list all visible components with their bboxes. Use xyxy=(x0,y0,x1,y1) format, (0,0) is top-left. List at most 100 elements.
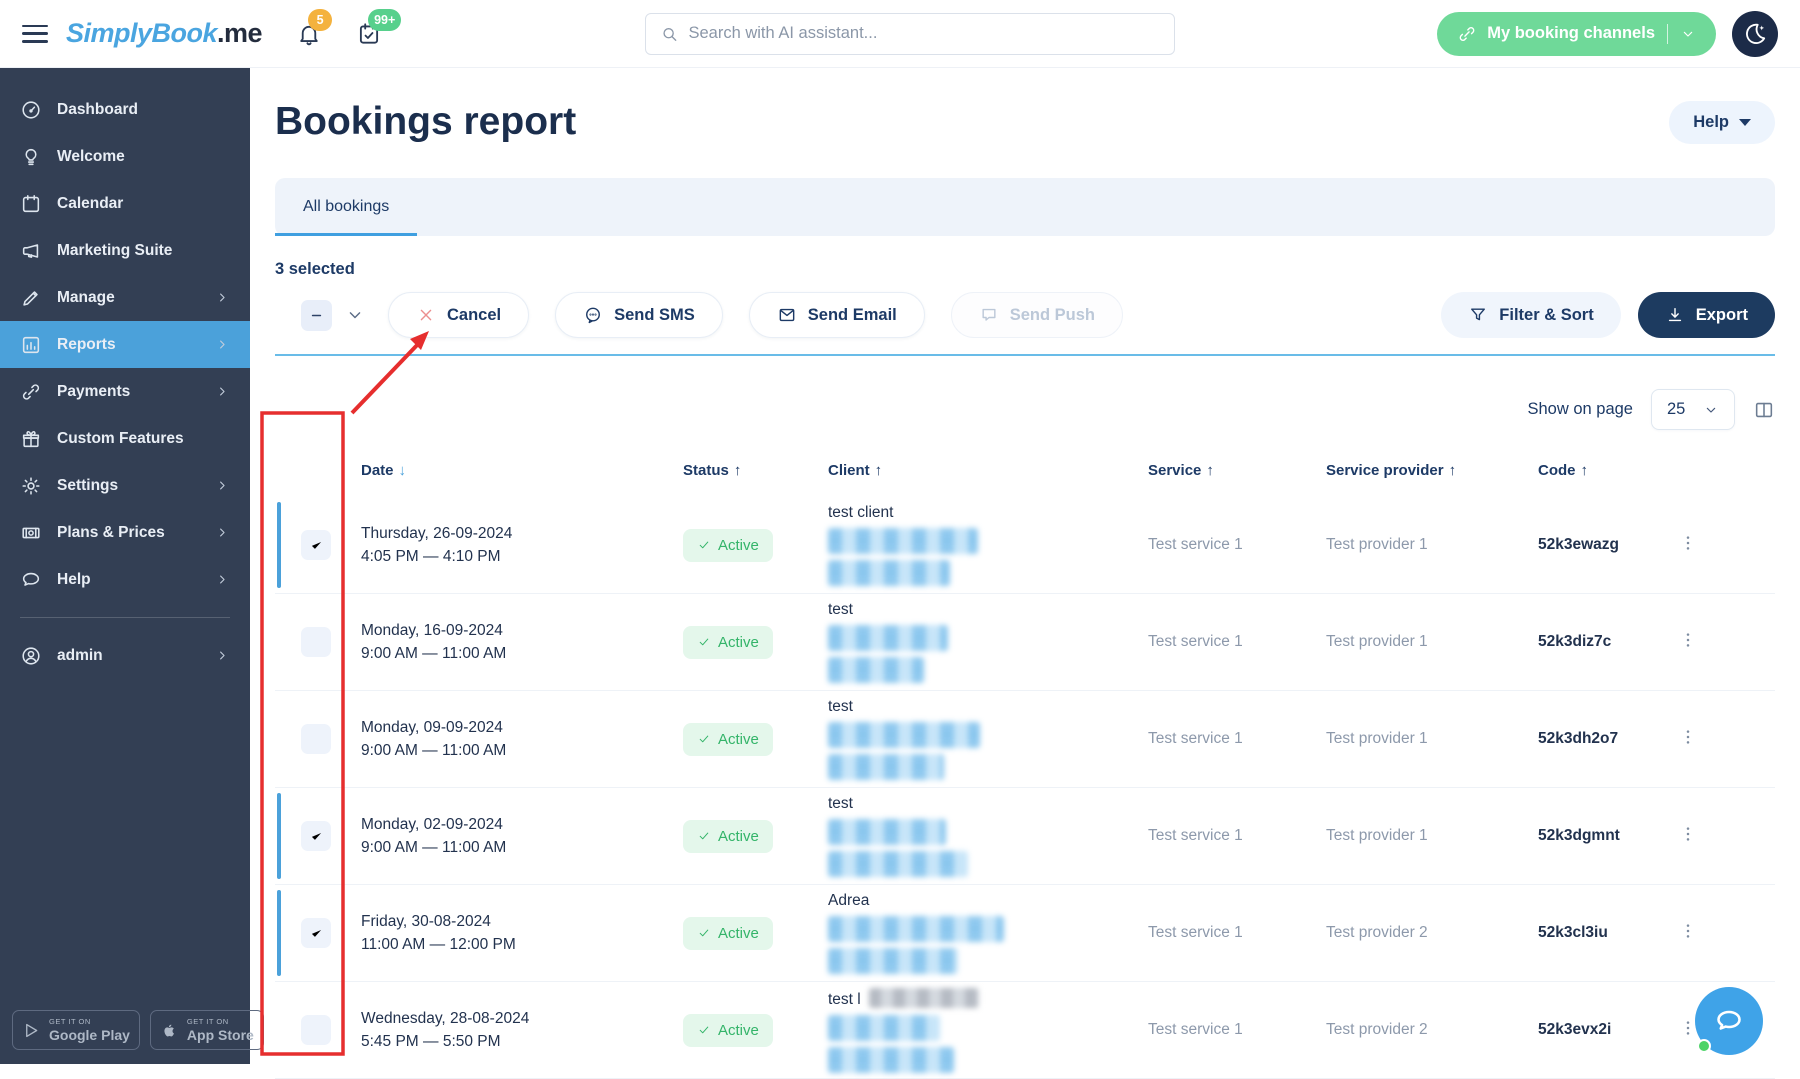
select-all-checkbox[interactable] xyxy=(301,300,332,331)
help-button[interactable]: Help xyxy=(1669,101,1775,144)
status-badge: Active xyxy=(683,1014,773,1047)
send-sms-button[interactable]: Send SMS xyxy=(555,292,723,338)
booking-code: 52k3cl3iu xyxy=(1538,924,1678,942)
bookings-calendar-button[interactable]: 99+ xyxy=(356,21,382,47)
notifications-bell-button[interactable]: 5 xyxy=(296,21,322,47)
chevron-down-icon[interactable] xyxy=(1680,26,1696,42)
status-label: Active xyxy=(718,634,759,651)
send-email-button[interactable]: Send Email xyxy=(749,292,925,338)
column-header-client[interactable]: Client↑ xyxy=(828,462,1148,479)
redacted-block xyxy=(828,916,1004,942)
sidebar-item-help[interactable]: Help xyxy=(0,556,250,603)
kebab-menu-button[interactable] xyxy=(1678,920,1698,942)
sidebar-item-calendar[interactable]: Calendar xyxy=(0,180,250,227)
sidebar-item-marketing-suite[interactable]: Marketing Suite xyxy=(0,227,250,274)
booking-code: 52k3diz7c xyxy=(1538,633,1678,651)
sidebar-item-settings[interactable]: Settings xyxy=(0,462,250,509)
chevron-down-icon xyxy=(1703,402,1719,418)
bell-badge: 5 xyxy=(308,9,332,31)
chain-icon xyxy=(20,381,42,403)
filter-sort-button[interactable]: Filter & Sort xyxy=(1441,292,1620,338)
booking-time: 9:00 AM — 11:00 AM xyxy=(361,836,683,859)
column-header-provider[interactable]: Service provider↑ xyxy=(1326,462,1538,479)
tab-bar: All bookings xyxy=(275,178,1775,236)
bulb-icon xyxy=(20,146,42,168)
moon-icon xyxy=(1742,21,1768,47)
client-name: Adrea xyxy=(828,892,869,909)
store-badge-bottom: App Store xyxy=(187,1027,254,1043)
column-header-code[interactable]: Code↑ xyxy=(1538,462,1678,479)
search-input[interactable] xyxy=(688,24,1159,43)
search-bar xyxy=(645,13,1175,55)
booking-code: 52k3evx2i xyxy=(1538,1021,1678,1039)
check-icon xyxy=(697,829,711,843)
chat-widget-button[interactable] xyxy=(1695,987,1763,1055)
store-badge-google-play[interactable]: GET IT ONGoogle Play xyxy=(12,1010,140,1050)
column-header-date[interactable]: Date↓ xyxy=(361,462,683,479)
sidebar-item-reports[interactable]: Reports xyxy=(0,321,250,368)
google-play-icon xyxy=(22,1021,41,1040)
sidebar-item-payments[interactable]: Payments xyxy=(0,368,250,415)
client-name: test xyxy=(828,795,853,812)
kebab-menu-button[interactable] xyxy=(1678,532,1698,554)
kebab-menu-button[interactable] xyxy=(1678,726,1698,748)
client-name: test client xyxy=(828,504,893,521)
sidebar-item-dashboard[interactable]: Dashboard xyxy=(0,86,250,133)
store-badge-app-store[interactable]: GET IT ONApp Store xyxy=(150,1010,264,1050)
row-checkbox[interactable] xyxy=(301,821,331,851)
tab-all-bookings[interactable]: All bookings xyxy=(275,178,417,236)
row-checkbox[interactable] xyxy=(301,1015,331,1045)
booking-time: 9:00 AM — 11:00 AM xyxy=(361,739,683,762)
sidebar-item-plans-prices[interactable]: Plans & Prices xyxy=(0,509,250,556)
column-header-service[interactable]: Service↑ xyxy=(1148,462,1326,479)
service-provider: Test provider 2 xyxy=(1326,924,1538,942)
megaphone-icon xyxy=(20,240,42,262)
link-icon xyxy=(1457,24,1477,44)
booking-channels-button[interactable]: My booking channels xyxy=(1437,12,1716,56)
booking-code: 52k3dh2o7 xyxy=(1538,730,1678,748)
table-row: Friday, 30-08-202411:00 AM — 12:00 PMAct… xyxy=(275,885,1775,982)
export-button[interactable]: Export xyxy=(1638,292,1775,338)
cancel-button[interactable]: Cancel xyxy=(388,292,529,338)
sidebar-item-manage[interactable]: Manage xyxy=(0,274,250,321)
column-settings-icon[interactable] xyxy=(1753,399,1775,421)
sort-up-icon: ↑ xyxy=(1449,462,1457,479)
row-checkbox[interactable] xyxy=(301,918,331,948)
kebab-menu-button[interactable] xyxy=(1678,629,1698,651)
redacted-block xyxy=(828,851,968,877)
sidebar-item-admin[interactable]: admin xyxy=(0,632,250,679)
chevron-right-icon xyxy=(215,572,230,587)
selection-dropdown-chevron[interactable] xyxy=(345,305,365,325)
sort-up-icon: ↑ xyxy=(875,462,883,479)
redacted-block xyxy=(828,819,946,845)
funnel-icon xyxy=(1468,305,1488,325)
column-header-status[interactable]: Status↑ xyxy=(683,462,828,479)
service-provider: Test provider 1 xyxy=(1326,730,1538,748)
chevron-right-icon xyxy=(215,648,230,663)
row-checkbox[interactable] xyxy=(301,627,331,657)
store-badges: GET IT ONGoogle PlayGET IT ONApp Store xyxy=(0,1010,250,1064)
booking-code: 52k3dgmnt xyxy=(1538,827,1678,845)
status-label: Active xyxy=(718,925,759,942)
send-push-button[interactable]: Send Push xyxy=(951,292,1123,338)
help-button-label: Help xyxy=(1693,113,1729,132)
page-size-select[interactable]: 25 xyxy=(1651,389,1735,430)
sidebar-item-welcome[interactable]: Welcome xyxy=(0,133,250,180)
table-header: Date↓Status↑Client↑Service↑Service provi… xyxy=(275,454,1775,497)
download-icon xyxy=(1665,305,1685,325)
sidebar: Dashboard Welcome CalendarMarketing SuiteM… xyxy=(0,68,250,1064)
service-provider: Test provider 1 xyxy=(1326,536,1538,554)
dark-mode-toggle[interactable] xyxy=(1732,11,1778,57)
sidebar-item-label: admin xyxy=(57,647,103,665)
sidebar-item-custom-features[interactable]: Custom Features xyxy=(0,415,250,462)
row-checkbox[interactable] xyxy=(301,724,331,754)
sort-down-icon: ↓ xyxy=(399,462,407,479)
online-status-dot xyxy=(1697,1039,1711,1053)
page-title: Bookings report xyxy=(275,100,576,144)
booking-code: 52k3ewazg xyxy=(1538,536,1678,554)
sidebar-item-label: Welcome xyxy=(57,148,125,166)
kebab-menu-button[interactable] xyxy=(1678,823,1698,845)
hamburger-menu-button[interactable] xyxy=(22,25,48,43)
row-checkbox[interactable] xyxy=(301,530,331,560)
booking-date: Monday, 09-09-2024 xyxy=(361,716,683,739)
